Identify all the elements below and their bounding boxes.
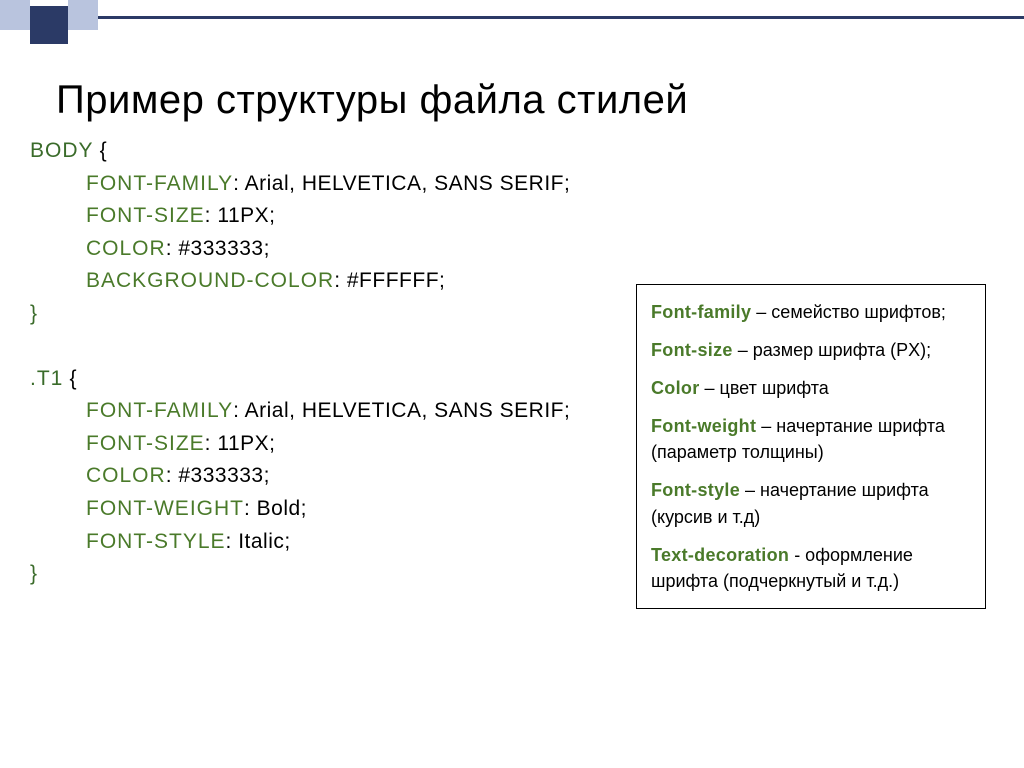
legend-term: Font-family [651, 302, 751, 322]
legend-term: Color [651, 378, 700, 398]
brace: { [63, 367, 76, 390]
legend-item: Text-decoration - оформление шрифта (под… [651, 542, 973, 594]
css-val: : 11PX; [205, 432, 276, 455]
code-line: FONT-WEIGHT: Bold; [30, 493, 570, 526]
brace: } [30, 302, 38, 325]
header-decor [0, 0, 1024, 46]
code-line: COLOR: #333333; [30, 233, 570, 266]
decor-square-dark [30, 6, 68, 44]
legend-item: Font-size – размер шрифта (PX); [651, 337, 973, 363]
css-val: : 11PX; [205, 204, 276, 227]
code-line: FONT-FAMILY: Arial, HELVETICA, SANS SERI… [30, 395, 570, 428]
code-line: COLOR: #333333; [30, 460, 570, 493]
decor-square-light-1 [0, 0, 30, 30]
css-val: : Bold; [244, 497, 307, 520]
selector-t1: .T1 [30, 367, 63, 390]
brace: { [94, 139, 107, 162]
code-line: .T1 { [30, 363, 570, 396]
css-prop: FONT-STYLE [86, 530, 226, 553]
css-val: : #FFFFFF; [334, 269, 445, 292]
css-prop: FONT-WEIGHT [86, 497, 244, 520]
css-prop: FONT-FAMILY [86, 172, 233, 195]
selector-body: BODY [30, 139, 94, 162]
legend-item: Font-weight – начертание шрифта (парамет… [651, 413, 973, 465]
slide-title: Пример структуры файла стилей [56, 78, 688, 123]
css-prop: COLOR [86, 237, 166, 260]
legend-item: Color – цвет шрифта [651, 375, 973, 401]
css-val: : #333333; [166, 237, 270, 260]
decor-bar [98, 16, 1024, 19]
code-line: FONT-SIZE: 11PX; [30, 200, 570, 233]
legend-term: Font-style [651, 480, 740, 500]
legend-term: Font-weight [651, 416, 756, 436]
css-prop: BACKGROUND-COLOR [86, 269, 334, 292]
decor-square-light-2 [68, 0, 98, 30]
css-prop: FONT-FAMILY [86, 399, 233, 422]
code-line: BODY { [30, 135, 570, 168]
code-line: FONT-FAMILY: Arial, HELVETICA, SANS SERI… [30, 168, 570, 201]
legend-desc: – размер шрифта (PX); [733, 340, 931, 360]
code-line: FONT-STYLE: Italic; [30, 526, 570, 559]
css-prop: FONT-SIZE [86, 204, 205, 227]
blank-line [30, 330, 570, 363]
css-val: : Arial, HELVETICA, SANS SERIF; [233, 399, 570, 422]
code-line: } [30, 558, 570, 591]
legend-desc: – цвет шрифта [700, 378, 829, 398]
css-prop: FONT-SIZE [86, 432, 205, 455]
legend-term: Text-decoration [651, 545, 789, 565]
code-line: BACKGROUND-COLOR: #FFFFFF; [30, 265, 570, 298]
legend-desc: – семейство шрифтов; [751, 302, 946, 322]
slide: Пример структуры файла стилей BODY { FON… [0, 0, 1024, 768]
css-val: : Arial, HELVETICA, SANS SERIF; [233, 172, 570, 195]
legend-item: Font-style – начертание шрифта (курсив и… [651, 477, 973, 529]
legend-item: Font-family – семейство шрифтов; [651, 299, 973, 325]
code-line: } [30, 298, 570, 331]
code-line: FONT-SIZE: 11PX; [30, 428, 570, 461]
code-example: BODY { FONT-FAMILY: Arial, HELVETICA, SA… [30, 135, 570, 591]
css-val: : #333333; [166, 464, 270, 487]
legend-term: Font-size [651, 340, 733, 360]
css-val: : Italic; [226, 530, 291, 553]
css-prop: COLOR [86, 464, 166, 487]
brace: } [30, 562, 38, 585]
legend-box: Font-family – семейство шрифтов; Font-si… [636, 284, 986, 609]
